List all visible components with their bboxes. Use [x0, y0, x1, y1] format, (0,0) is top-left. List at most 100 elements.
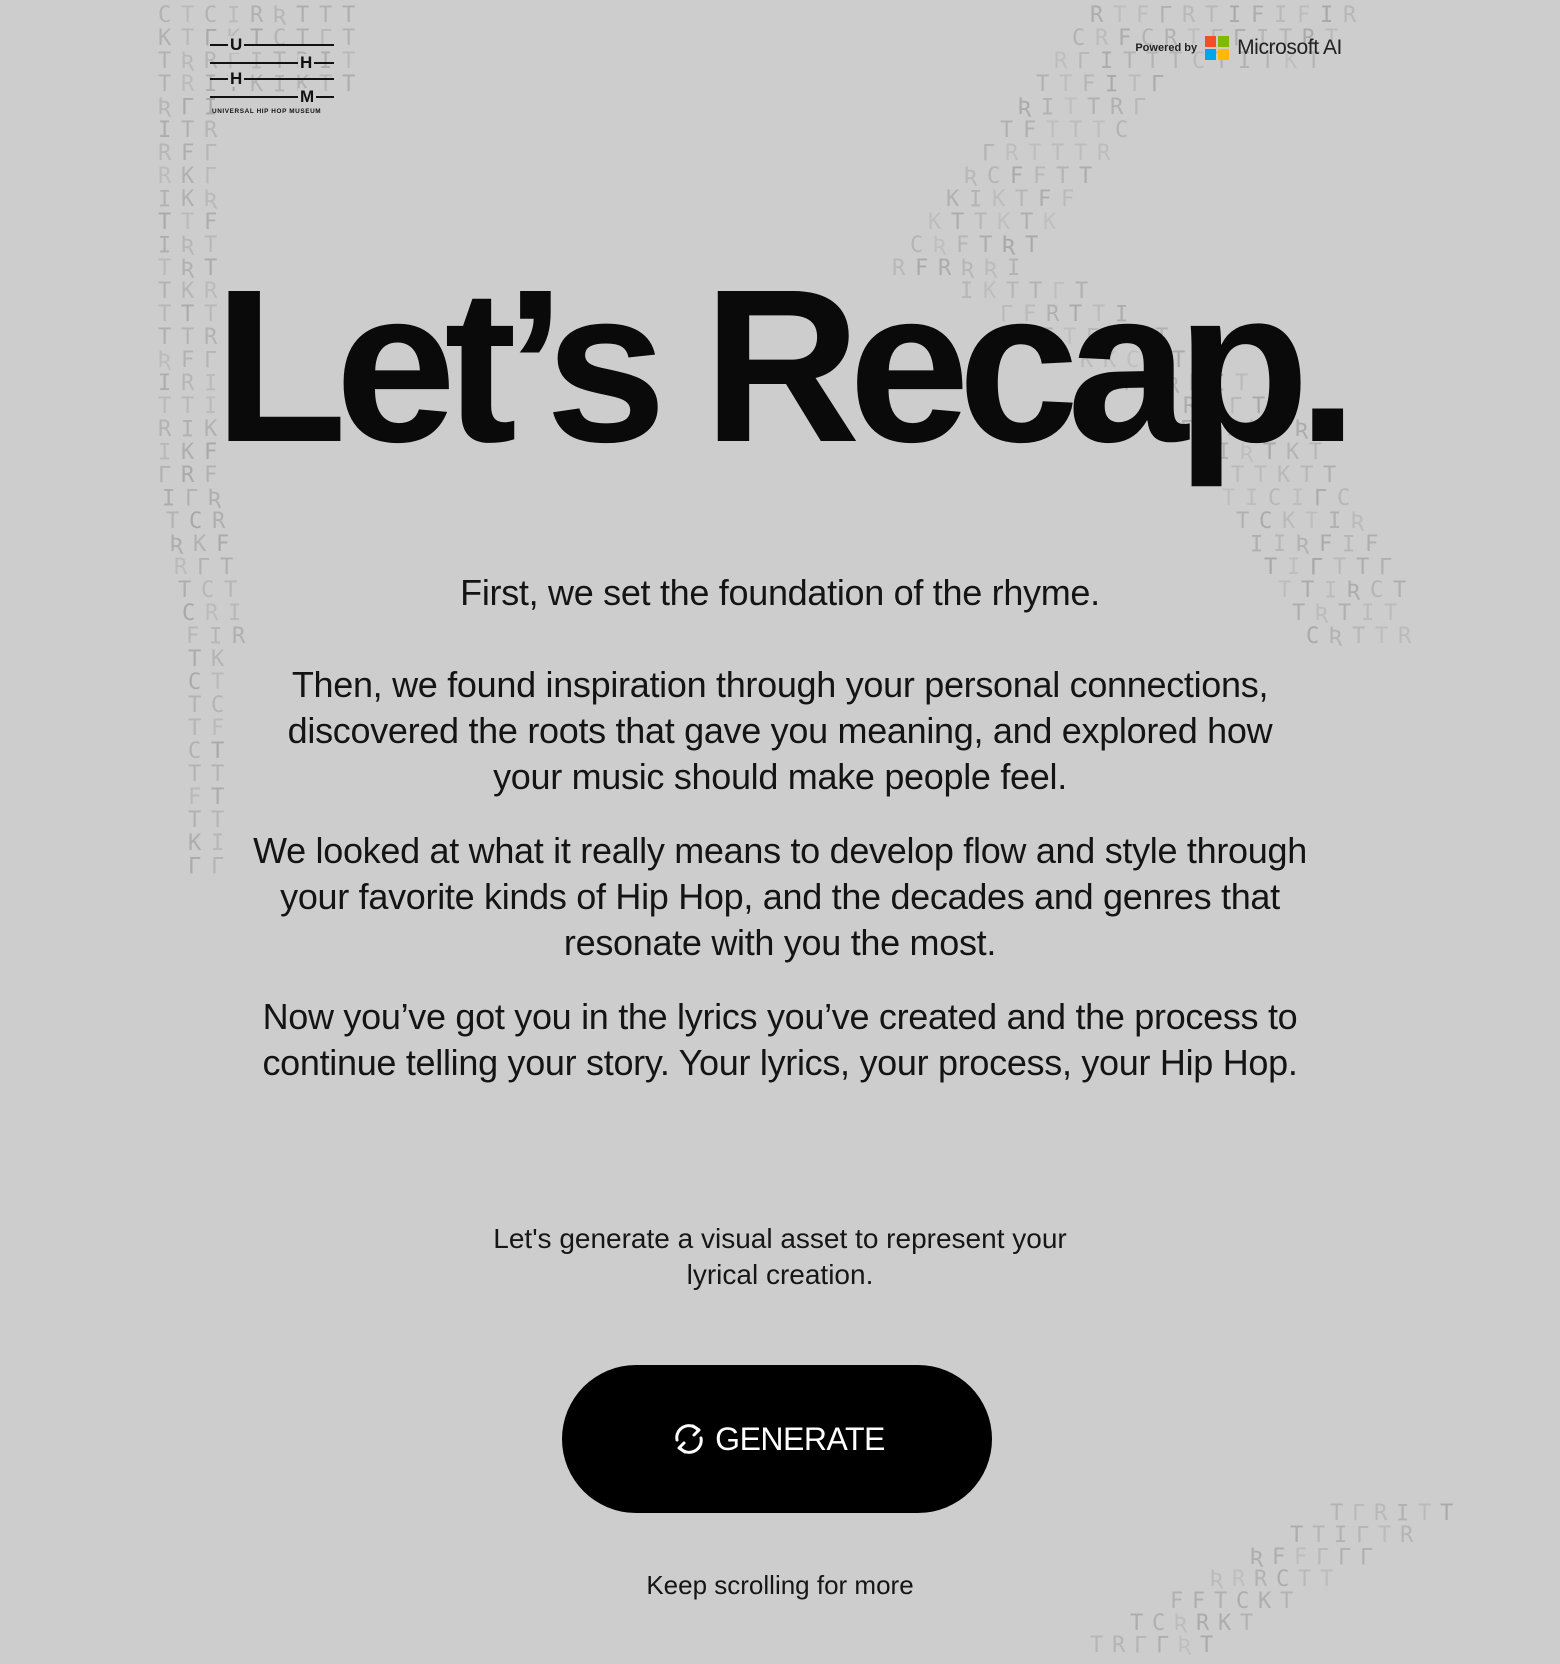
background-glyph: C	[204, 3, 217, 28]
background-glyph: R	[174, 555, 188, 580]
background-glyph: T	[211, 670, 224, 695]
background-glyph: T	[1064, 95, 1077, 120]
background-glyph: Ʀ	[1250, 1545, 1264, 1570]
background-glyph: Ι	[1324, 578, 1337, 603]
background-glyph: T	[158, 210, 171, 235]
background-glyph: Ʀ	[1351, 509, 1365, 534]
background-glyph: T	[1036, 72, 1049, 97]
background-glyph: R	[1196, 1611, 1210, 1636]
background-glyph: T	[1418, 1501, 1431, 1526]
background-glyph: Γ	[188, 854, 201, 879]
background-glyph: T	[181, 26, 194, 51]
background-glyph: R	[1112, 1633, 1126, 1658]
background-glyph: C	[1152, 1611, 1165, 1636]
background-glyph: R	[181, 72, 195, 97]
background-glyph: Γ	[204, 141, 217, 166]
background-glyph: Γ	[1360, 1545, 1373, 1570]
background-glyph: T	[188, 808, 201, 833]
background-glyph: T	[1290, 1523, 1303, 1548]
background-glyph: Ʀ	[1329, 624, 1343, 649]
background-glyph: T	[188, 693, 201, 718]
background-glyph: T	[296, 3, 309, 28]
background-glyph: T	[220, 555, 233, 580]
background-glyph: F	[1038, 187, 1051, 212]
background-glyph: T	[1338, 601, 1351, 626]
background-glyph: C	[1072, 26, 1085, 51]
background-glyph: I	[1274, 3, 1287, 28]
background-glyph: T	[1028, 141, 1041, 166]
background-glyph: T	[1128, 72, 1141, 97]
background-glyph: K	[158, 26, 172, 51]
background-glyph: R	[158, 141, 172, 166]
background-glyph: I	[1273, 532, 1286, 557]
background-glyph: T	[211, 739, 224, 764]
generate-prompt: Let's generate a visual asset to represe…	[493, 1223, 1067, 1290]
background-glyph: C	[1259, 509, 1272, 534]
background-glyph: T	[181, 3, 194, 28]
background-glyph: T	[224, 578, 237, 603]
background-glyph: C	[211, 693, 224, 718]
background-glyph: Γ	[204, 164, 217, 189]
background-glyph: I	[228, 601, 241, 626]
background-glyph: Ι	[1342, 532, 1355, 557]
background-glyph: Γ	[185, 486, 198, 511]
background-glyph: T	[166, 509, 179, 534]
background-glyph: K	[188, 831, 202, 856]
background-glyph: K	[1218, 1611, 1232, 1636]
background-glyph: T	[1384, 601, 1397, 626]
background-glyph: I	[1361, 601, 1374, 626]
background-glyph: T	[974, 210, 987, 235]
background-glyph: Γ	[211, 854, 224, 879]
background-glyph: R	[1374, 1501, 1388, 1526]
background-glyph: R	[1398, 624, 1412, 649]
background-glyph: R	[204, 118, 218, 143]
uhhm-logo[interactable]: U H H M UNIVERSAL HIP HOP MUSEUM	[210, 36, 336, 118]
background-glyph: F	[1118, 26, 1131, 51]
powered-by-brand: Microsoft AI	[1237, 36, 1342, 59]
background-glyph: Ʀ	[208, 486, 222, 511]
background-glyph: T	[1079, 164, 1092, 189]
logo-letter-h: H	[298, 53, 315, 72]
background-glyph: Ʀ	[964, 164, 978, 189]
background-glyph: C	[201, 578, 214, 603]
background-glyph: K	[946, 187, 960, 212]
background-glyph: T	[1375, 624, 1388, 649]
powered-by: Powered by Microsoft AI	[1135, 36, 1342, 60]
recap-paragraph-foundation: First, we set the foundation of the rhym…	[460, 572, 1100, 613]
background-glyph: I	[1228, 3, 1241, 28]
background-glyph: Ι	[209, 624, 222, 649]
background-glyph: C	[1115, 118, 1128, 143]
background-glyph: T	[1378, 1523, 1391, 1548]
background-glyph: T	[1312, 1523, 1325, 1548]
background-glyph: Ι	[158, 187, 171, 212]
background-glyph: R	[1182, 3, 1196, 28]
background-glyph: K	[193, 532, 207, 557]
background-glyph: F	[1082, 72, 1095, 97]
refresh-icon	[669, 1419, 709, 1459]
background-glyph: T	[211, 785, 224, 810]
background-glyph: F	[1297, 3, 1310, 28]
background-glyph: R	[205, 601, 219, 626]
page-title: Let’s Recap.	[213, 245, 1358, 488]
background-glyph: I	[1245, 486, 1258, 511]
background-glyph: I	[1320, 3, 1333, 28]
background-glyph: Ʀ	[181, 233, 195, 258]
background-glyph: F	[1010, 164, 1023, 189]
background-glyph: T	[188, 762, 201, 787]
background-glyph: Γ	[1316, 1545, 1329, 1570]
background-glyph: C	[189, 509, 202, 534]
background-glyph: Ʀ	[1347, 578, 1361, 603]
background-glyph: R	[1097, 141, 1111, 166]
background-glyph: T	[1393, 578, 1406, 603]
background-glyph: T	[1352, 624, 1365, 649]
background-glyph: T	[1205, 3, 1218, 28]
background-glyph: R	[1054, 49, 1068, 74]
background-glyph: T	[1074, 141, 1087, 166]
background-glyph: T	[1069, 118, 1082, 143]
logo-letter-h: H	[228, 69, 245, 88]
background-glyph: F	[188, 785, 201, 810]
background-glyph: Ʀ	[170, 532, 184, 557]
background-glyph: K	[181, 164, 195, 189]
background-glyph: T	[188, 647, 201, 672]
generate-button[interactable]: GENERATE	[562, 1365, 992, 1513]
